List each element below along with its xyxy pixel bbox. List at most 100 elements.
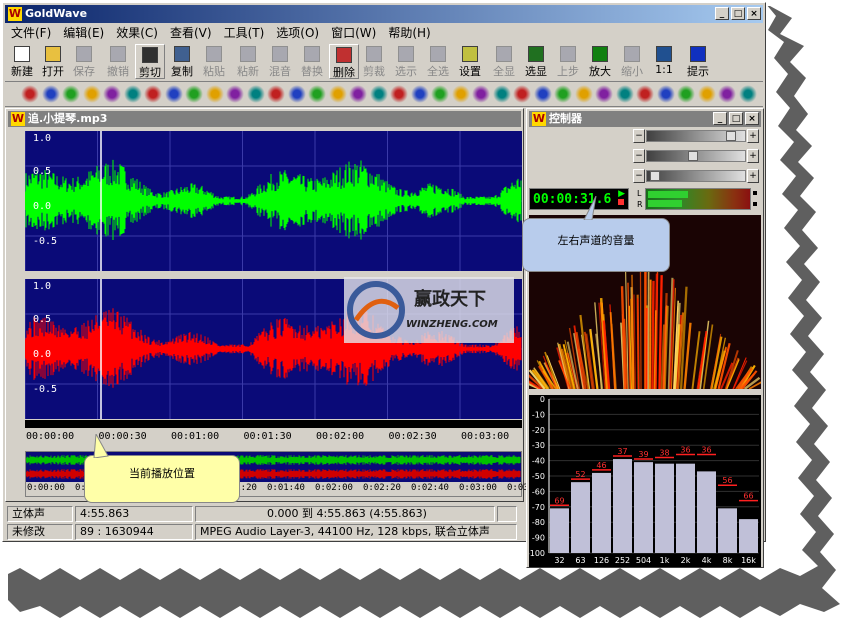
settings-icon — [462, 46, 478, 62]
effect-tool-0-icon[interactable] — [21, 85, 39, 103]
control-close-button[interactable]: × — [745, 112, 759, 125]
effect-tool-7-icon[interactable] — [164, 85, 183, 103]
toolbar-replace-button[interactable]: 替换 — [297, 44, 327, 79]
effect-tool-13-icon[interactable] — [287, 85, 306, 103]
waveL-plot — [25, 131, 522, 271]
menu-item-2[interactable]: 效果(C) — [110, 24, 164, 42]
effect-tool-24-icon[interactable] — [513, 85, 531, 103]
toolbar-zoom-selection-button[interactable]: 选显 — [521, 44, 551, 79]
zoom-in-icon — [592, 46, 608, 62]
toolbar-paste-new-button[interactable]: 粘新 — [233, 44, 263, 79]
speed-slider-thumb[interactable] — [650, 171, 660, 181]
timeline-strip[interactable] — [25, 420, 522, 428]
left-channel-waveform[interactable]: 1.0 0.5 0.0 -0.5 — [25, 131, 522, 271]
menu-item-5[interactable]: 选项(O) — [270, 24, 325, 42]
effect-tool-26-icon[interactable] — [554, 85, 572, 103]
effect-tool-8-icon[interactable] — [185, 85, 203, 103]
volume-slider[interactable] — [646, 130, 746, 142]
effect-tool-19-icon[interactable] — [410, 85, 429, 103]
effect-tool-33-icon[interactable] — [697, 85, 716, 103]
volume-increase-button[interactable]: + — [747, 129, 759, 143]
wave-window-title-bar: W 追.小提琴.mp3 — [8, 111, 521, 127]
toolbar-scissors-button[interactable]: 剪切 — [135, 44, 165, 79]
toolbar-zoom-previous-button[interactable]: 上步 — [553, 44, 583, 79]
effect-tool-23-icon[interactable] — [492, 85, 511, 103]
effect-tool-31-icon[interactable] — [656, 85, 675, 103]
toolbar-copy-button[interactable]: 复制 — [167, 44, 197, 79]
volume-decrease-button[interactable]: − — [633, 129, 645, 143]
effect-tool-34-icon[interactable] — [718, 85, 736, 103]
toolbar-label: 设置 — [459, 65, 481, 78]
speed-decrease-button[interactable]: − — [633, 169, 645, 183]
toolbar-zoom-1to1-button[interactable]: 1:1 — [649, 44, 679, 79]
toolbar-save-button[interactable]: 保存 — [69, 44, 99, 79]
y-axis-label: -0.5 — [33, 384, 58, 395]
effect-tool-20-icon[interactable] — [431, 85, 449, 103]
spectrum-band-label: 504 — [636, 556, 651, 565]
balance-slider[interactable] — [646, 150, 746, 162]
toolbar-label: 全选 — [427, 65, 449, 78]
effect-tool-18-icon[interactable] — [390, 85, 408, 103]
effect-tool-14-icon[interactable] — [308, 85, 326, 103]
effect-tool-27-icon[interactable] — [574, 85, 593, 103]
mix-icon — [272, 46, 288, 62]
menu-item-6[interactable]: 窗口(W) — [325, 24, 382, 42]
effect-tool-2-icon[interactable] — [62, 85, 80, 103]
effect-tool-16-icon[interactable] — [349, 85, 367, 103]
effect-tool-22-icon[interactable] — [472, 85, 490, 103]
effect-tool-12-icon[interactable] — [267, 85, 285, 103]
volume-slider-thumb[interactable] — [726, 131, 736, 141]
toolbar-zoom-all-button[interactable]: 全显 — [489, 44, 519, 79]
menu-item-0[interactable]: 文件(F) — [5, 24, 57, 42]
effect-tool-21-icon[interactable] — [451, 85, 470, 103]
toolbar-cue-button[interactable]: 提示 — [683, 44, 713, 79]
effect-tool-35-icon[interactable] — [738, 85, 757, 103]
speed-increase-button[interactable]: + — [747, 169, 759, 183]
toolbar-select-view-button[interactable]: 选示 — [391, 44, 421, 79]
spectrum-band-label: 252 — [615, 556, 630, 565]
effect-tool-28-icon[interactable] — [595, 85, 613, 103]
toolbar-mix-button[interactable]: 混音 — [265, 44, 295, 79]
menu-item-7[interactable]: 帮助(H) — [382, 24, 436, 42]
minimize-button[interactable]: _ — [715, 7, 729, 20]
toolbar-undo-button[interactable]: 撤销 — [103, 44, 133, 79]
close-button[interactable]: × — [747, 7, 761, 20]
status-empty — [497, 506, 517, 522]
effect-tool-10-icon[interactable] — [226, 85, 244, 103]
spectrum-bar — [697, 471, 716, 553]
control-maximize-button[interactable]: □ — [729, 112, 743, 125]
toolbar-new-file-button[interactable]: 新建 — [7, 44, 37, 79]
stop-indicator-icon — [618, 199, 624, 205]
menu-item-1[interactable]: 编辑(E) — [57, 24, 110, 42]
toolbar-zoom-in-button[interactable]: 放大 — [585, 44, 615, 79]
effect-tool-9-icon[interactable] — [205, 85, 224, 103]
balance-increase-button[interactable]: + — [747, 149, 759, 163]
spectrum-y-tick: -10 — [532, 410, 545, 419]
menu-item-3[interactable]: 查看(V) — [164, 24, 218, 42]
effect-tool-11-icon[interactable] — [246, 85, 265, 103]
maximize-button[interactable]: □ — [731, 7, 745, 20]
effect-tool-1-icon[interactable] — [41, 85, 60, 103]
effect-tool-15-icon[interactable] — [328, 85, 347, 103]
effect-tool-17-icon[interactable] — [369, 85, 388, 103]
effect-tool-4-icon[interactable] — [103, 85, 121, 103]
balance-decrease-button[interactable]: − — [633, 149, 645, 163]
control-minimize-button[interactable]: _ — [713, 112, 727, 125]
effect-tool-3-icon[interactable] — [82, 85, 101, 103]
effect-tool-5-icon[interactable] — [123, 85, 142, 103]
effect-tool-29-icon[interactable] — [615, 85, 634, 103]
toolbar-trim-button[interactable]: 剪裁 — [359, 44, 389, 79]
toolbar-zoom-out-button[interactable]: 缩小 — [617, 44, 647, 79]
toolbar-select-all-button[interactable]: 全选 — [423, 44, 453, 79]
toolbar-delete-button[interactable]: 删除 — [329, 44, 359, 79]
effect-tool-32-icon[interactable] — [677, 85, 695, 103]
menu-item-4[interactable]: 工具(T) — [218, 24, 271, 42]
toolbar-settings-button[interactable]: 设置 — [455, 44, 485, 79]
effect-tool-25-icon[interactable] — [533, 85, 552, 103]
toolbar-paste-button[interactable]: 粘贴 — [199, 44, 229, 79]
toolbar-open-folder-button[interactable]: 打开 — [38, 44, 68, 79]
effect-tool-30-icon[interactable] — [636, 85, 654, 103]
speed-slider[interactable] — [646, 170, 746, 182]
effect-tool-6-icon[interactable] — [144, 85, 162, 103]
balance-slider-thumb[interactable] — [688, 151, 698, 161]
